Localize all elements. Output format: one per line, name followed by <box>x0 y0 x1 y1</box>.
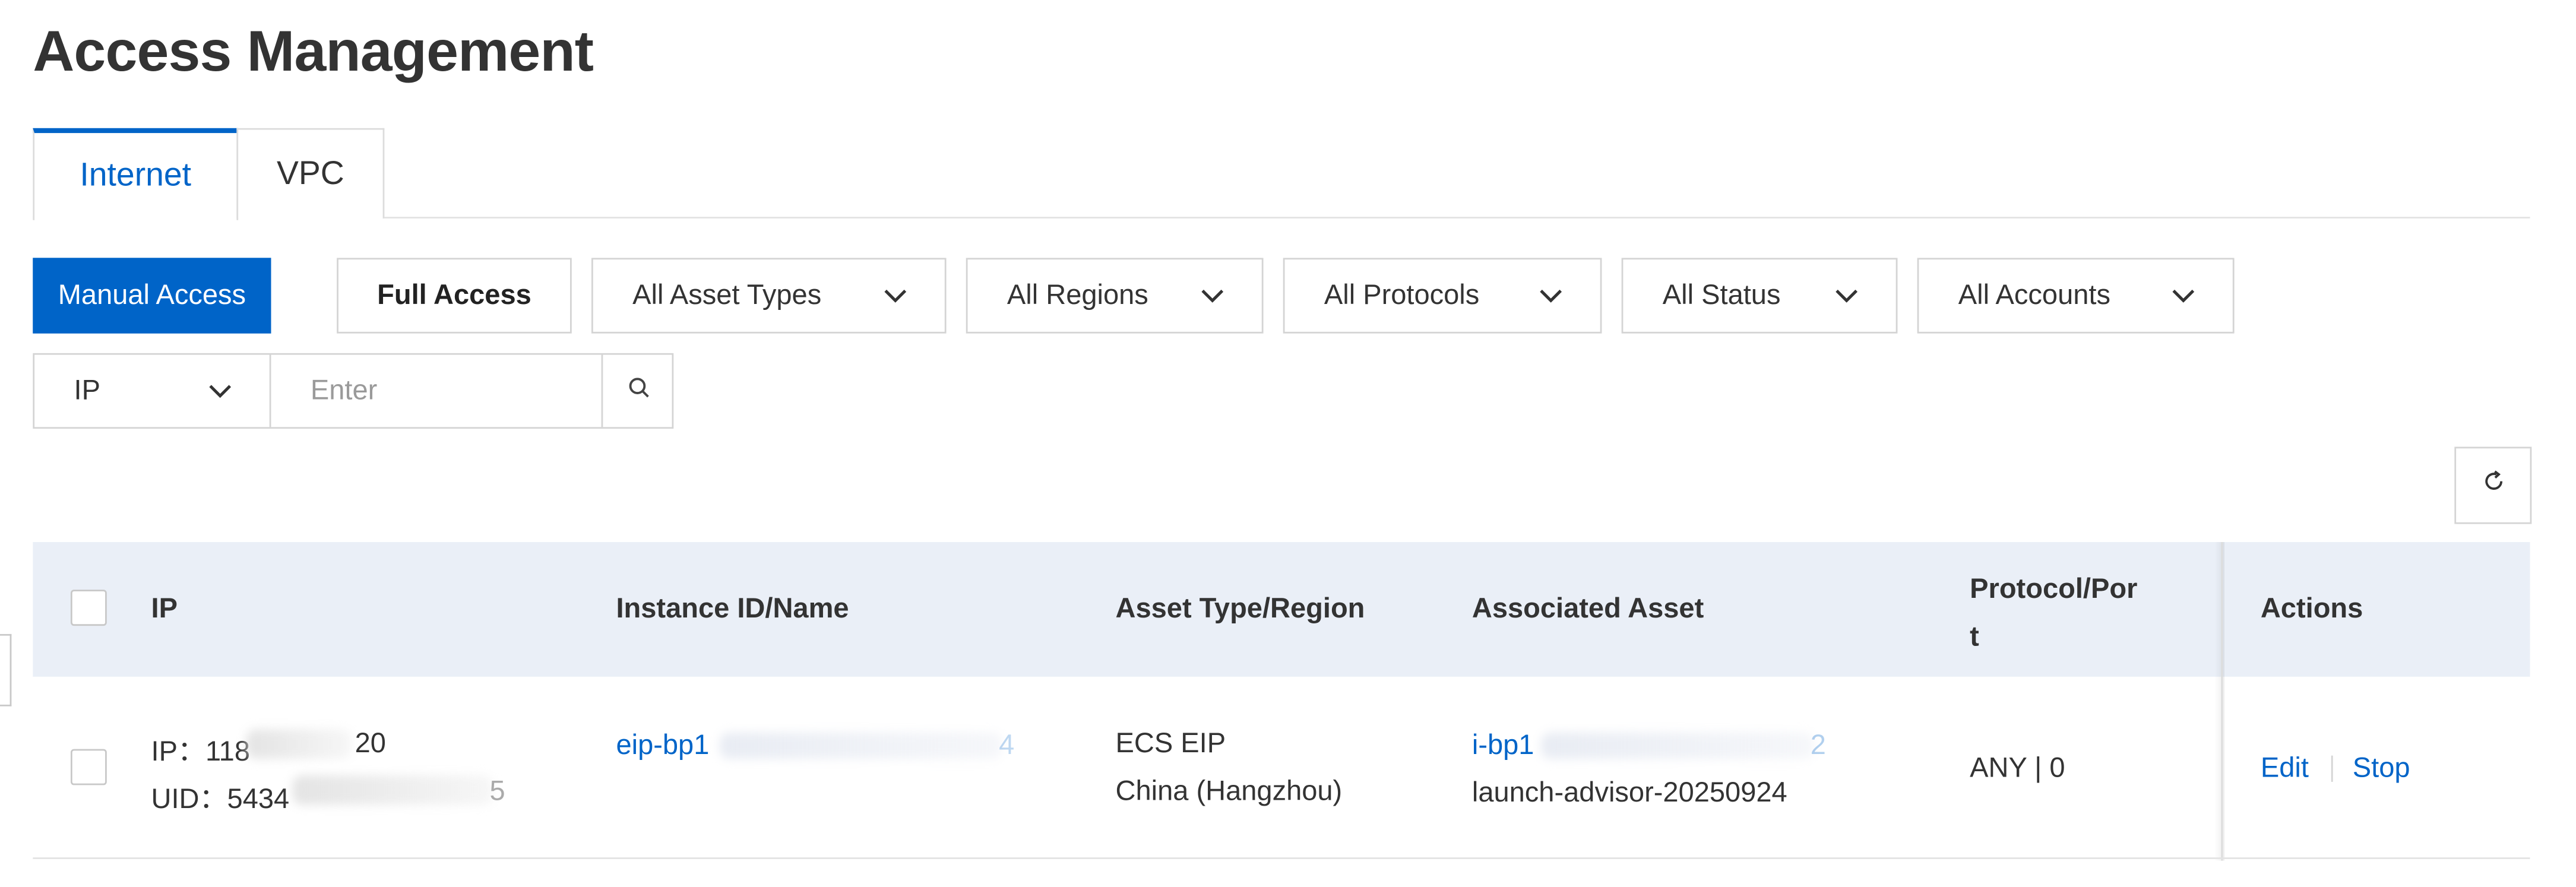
asset-type: ECS EIP <box>1115 727 1226 759</box>
column-header-asset-type: Asset Type/Region <box>1115 593 1365 625</box>
associated-asset-suffix: 2 <box>1810 729 1826 761</box>
tabs-divider <box>33 217 2530 218</box>
account-filter[interactable]: All Accounts <box>1917 258 2235 334</box>
associated-asset-link[interactable]: i-bp1 <box>1472 729 1534 762</box>
column-header-instance: Instance ID/Name <box>616 593 849 625</box>
chevron-down-icon <box>207 378 233 412</box>
manual-access-button[interactable]: Manual Access <box>33 258 271 334</box>
asset-type-filter[interactable]: All Asset Types <box>591 258 947 334</box>
row-ip-suffix: 20 <box>355 727 386 759</box>
region-filter-label: All Regions <box>1007 279 1148 311</box>
status-filter-label: All Status <box>1662 279 1781 311</box>
chevron-down-icon <box>1834 283 1860 309</box>
redaction-mask <box>246 729 352 759</box>
row-uid-suffix: 5 <box>489 775 505 807</box>
redaction-mask <box>292 775 493 805</box>
edit-link[interactable]: Edit <box>2261 752 2309 785</box>
protocol-filter[interactable]: All Protocols <box>1283 258 1602 334</box>
column-header-protocol-port-line2: t <box>1970 620 1979 652</box>
redaction-mask <box>1541 732 1814 759</box>
chevron-down-icon <box>1200 283 1226 309</box>
column-header-ip: IP <box>151 593 178 625</box>
select-all-checkbox[interactable] <box>70 590 107 626</box>
tab-internet[interactable]: Internet <box>33 128 239 220</box>
row-ip: IP：118 <box>151 728 250 769</box>
row-checkbox[interactable] <box>70 749 107 785</box>
stop-link[interactable]: Stop <box>2353 752 2410 785</box>
protocol-port: ANY | 0 <box>1970 752 2065 784</box>
column-header-associated-asset: Associated Asset <box>1471 593 1704 625</box>
column-header-protocol-port: Protocol/Por t <box>1970 565 2137 660</box>
search-input[interactable] <box>271 354 602 427</box>
search-button[interactable] <box>601 354 675 427</box>
protocol-filter-label: All Protocols <box>1324 279 1480 311</box>
page-title: Access Management <box>33 20 594 84</box>
search-field-label: IP <box>74 374 100 406</box>
row-ip-text: IP：118 <box>151 736 250 768</box>
search-bar: IP <box>33 353 675 429</box>
asset-region: China (Hangzhou) <box>1115 775 1343 807</box>
side-panel-handle[interactable] <box>0 633 12 707</box>
column-header-actions: Actions <box>2260 593 2363 625</box>
actions-column-shadow <box>2214 541 2224 861</box>
search-icon <box>628 375 651 407</box>
instance-id-link[interactable]: eip-bp1 <box>616 729 709 762</box>
row-divider <box>33 857 2530 859</box>
chevron-down-icon <box>882 283 909 309</box>
tab-vpc[interactable]: VPC <box>236 128 385 218</box>
status-filter[interactable]: All Status <box>1621 258 1898 334</box>
chevron-down-icon <box>2170 283 2197 309</box>
account-filter-label: All Accounts <box>1958 279 2111 311</box>
full-access-button[interactable]: Full Access <box>337 258 572 334</box>
actions-column-divider <box>2221 541 2223 861</box>
row-uid: UID：5434 <box>151 783 290 815</box>
column-header-protocol-port-line1: Protocol/Por <box>1970 573 2138 605</box>
region-filter[interactable]: All Regions <box>966 258 1264 334</box>
refresh-button[interactable] <box>2454 446 2532 524</box>
associated-asset-name: launch-advisor-20250924 <box>1471 777 1787 809</box>
actions-separator <box>2331 755 2333 782</box>
instance-id-suffix: 4 <box>999 729 1015 761</box>
search-field-select[interactable]: IP <box>34 354 271 427</box>
asset-type-filter-label: All Asset Types <box>632 279 822 311</box>
chevron-down-icon <box>1538 283 1564 309</box>
refresh-icon <box>2480 468 2506 502</box>
redaction-mask <box>719 732 1002 759</box>
